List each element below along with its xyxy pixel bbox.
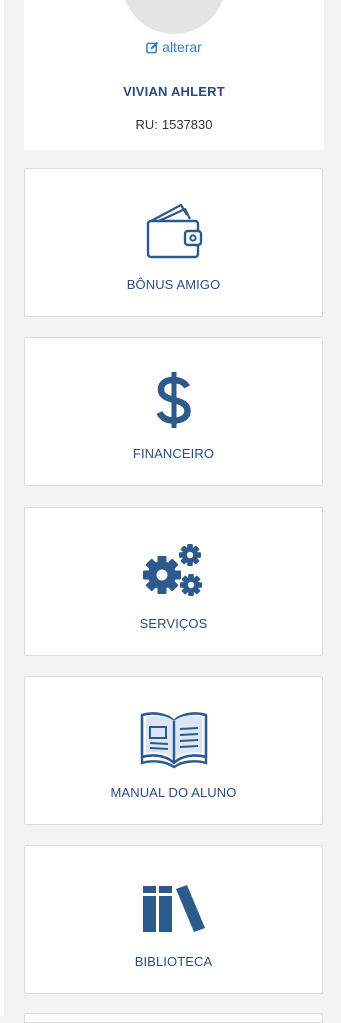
ru-value: 1537830	[161, 117, 213, 132]
card-label: BIBLIOTECA	[134, 954, 213, 969]
card-label: BÔNUS AMIGO	[126, 277, 221, 292]
avatar[interactable]	[122, 0, 226, 34]
wallet-icon	[25, 199, 322, 263]
profile-card: alterar VIVIAN AHLERT RU: 1537830	[24, 0, 324, 150]
card-label: MANUAL DO ALUNO	[110, 785, 237, 800]
card-label: SERVIÇOS	[139, 616, 208, 631]
ru-label: RU:	[135, 117, 158, 132]
card-manual-do-aluno[interactable]: MANUAL DO ALUNO	[24, 676, 323, 825]
user-name: VIVIAN AHLERT	[123, 84, 225, 99]
card-financeiro[interactable]: FINANCEIRO	[24, 337, 323, 486]
edit-photo-link[interactable]: alterar	[24, 39, 324, 55]
edit-icon	[146, 41, 159, 54]
card-label: FINANCEIRO	[132, 446, 215, 461]
card-biblioteca[interactable]: BIBLIOTECA	[24, 845, 323, 994]
card-servicos[interactable]: SERVIÇOS	[24, 507, 323, 656]
page-edge	[0, 0, 4, 1016]
books-icon	[25, 876, 322, 940]
user-ru: RU: 1537830	[24, 117, 324, 132]
open-book-icon	[25, 707, 322, 771]
gears-icon	[25, 538, 322, 602]
card-bonus-amigo[interactable]: BÔNUS AMIGO	[24, 168, 323, 317]
next-card-partial[interactable]	[24, 1013, 323, 1023]
dollar-icon	[25, 368, 322, 432]
edit-photo-label[interactable]: alterar	[162, 39, 202, 55]
